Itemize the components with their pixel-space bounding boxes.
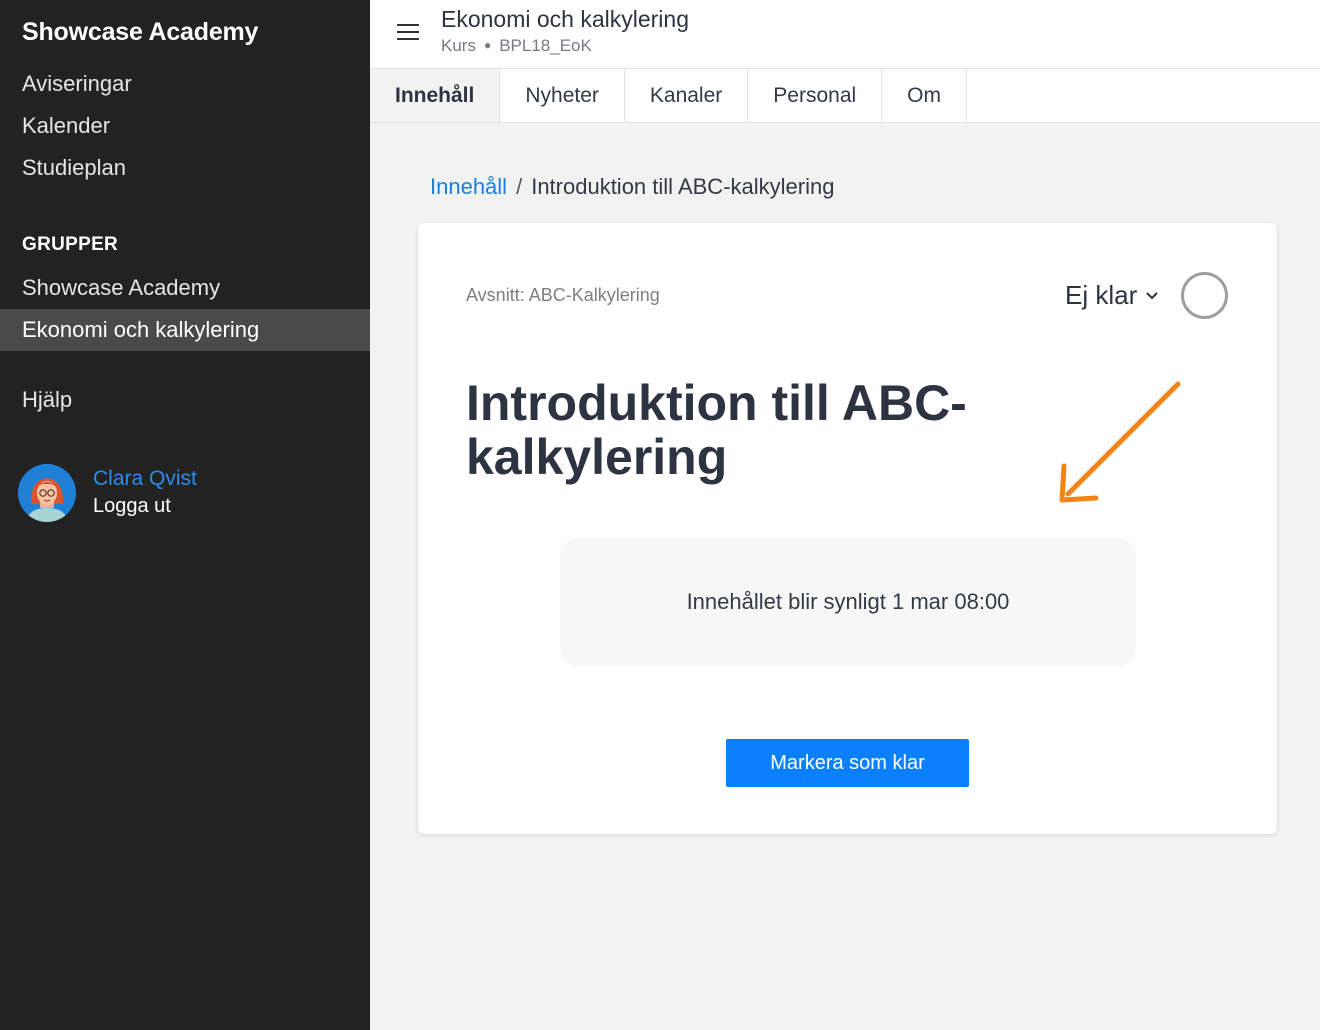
annotation-arrow-icon [1059,381,1181,503]
breadcrumb-current: Introduktion till ABC-kalkylering [531,174,835,199]
sidebar-item-studieplan[interactable]: Studieplan [0,147,370,189]
sidebar-item-showcase-academy[interactable]: Showcase Academy [0,267,370,309]
hamburger-icon[interactable] [397,24,419,42]
tab-om[interactable]: Om [882,69,967,122]
sidebar: Showcase Academy Aviseringar Kalender St… [0,0,370,1030]
tab-kanaler[interactable]: Kanaler [625,69,749,122]
breadcrumb-parent-link[interactable]: Innehåll [430,174,507,199]
completion-toggle-circle[interactable] [1181,272,1228,319]
mark-as-done-button[interactable]: Markera som klar [726,739,969,787]
tab-nyheter[interactable]: Nyheter [500,69,625,122]
tab-personal[interactable]: Personal [748,69,883,122]
content-card: Avsnitt: ABC-Kalkylering Ej klar Introdu… [418,223,1277,834]
course-title: Ekonomi och kalkylering [441,6,690,32]
completion-status-dropdown[interactable]: Ej klar [1065,280,1159,311]
bullet-separator: ● [483,38,492,52]
brand-title[interactable]: Showcase Academy [22,18,258,47]
page-title: Introduktion till ABC- kalkylering [466,376,1066,484]
course-code: BPL18_EoK [499,36,592,55]
chevron-down-icon [1146,291,1158,299]
page-title-line-2: kalkylering [466,429,728,485]
course-subtitle: Kurs ● BPL18_EoK [441,36,592,56]
sidebar-item-kalender[interactable]: Kalender [0,105,370,147]
sidebar-item-ekonomi-och-kalkylering[interactable]: Ekonomi och kalkylering [0,309,370,351]
sidebar-item-hjalp[interactable]: Hjälp [0,379,370,421]
availability-notice: Innehållet blir synligt 1 mar 08:00 [560,538,1136,666]
breadcrumb: Innehåll / Introduktion till ABC-kalkyleri… [430,174,834,200]
course-header: Ekonomi och kalkylering Kurs ● BPL18_EoK [370,0,1320,69]
avatar[interactable] [18,464,76,522]
logout-link[interactable]: Logga ut [93,492,197,520]
tab-innehall[interactable]: Innehåll [370,69,501,122]
completion-status-label: Ej klar [1065,280,1138,310]
course-type: Kurs [441,36,476,55]
page-title-line-1: Introduktion till ABC- [466,375,967,431]
user-block: Clara Qvist Logga ut [18,464,197,522]
avatar-illustration-icon [18,464,76,522]
sidebar-item-aviseringar[interactable]: Aviseringar [0,63,370,105]
groups-heading: GRUPPER [22,234,119,255]
user-name-link[interactable]: Clara Qvist [93,466,197,492]
breadcrumb-separator: / [516,174,523,199]
course-tabs: Innehåll Nyheter Kanaler Personal Om [370,69,1320,123]
section-label: Avsnitt: ABC-Kalkylering [466,285,660,305]
